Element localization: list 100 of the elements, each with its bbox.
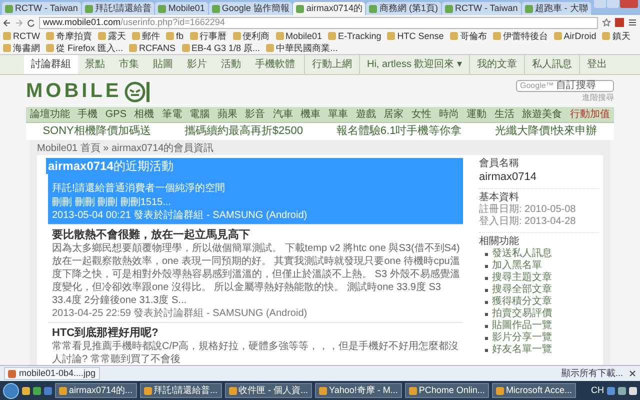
category-link[interactable]: 電腦: [190, 110, 210, 120]
page-icon: [296, 4, 304, 12]
member-action-link[interactable]: 加入黑名單: [492, 260, 542, 272]
bookmark-link[interactable]: RCTW: [3, 30, 40, 42]
category-link[interactable]: 運動: [466, 110, 487, 120]
bookmark-link[interactable]: 郵件: [132, 30, 160, 42]
category-link[interactable]: 筆電: [162, 110, 182, 120]
bookmark-link[interactable]: AirDroid: [554, 30, 596, 42]
browser-tab[interactable]: airmax0714的: [293, 2, 366, 15]
bookmark-link[interactable]: 行事曆: [190, 30, 227, 42]
show-all-downloads-link[interactable]: 顯示所有下載...: [561, 366, 623, 380]
category-link[interactable]: 相機: [134, 110, 154, 120]
site-nav-tab[interactable]: 討論群組: [24, 55, 78, 74]
member-action-link[interactable]: 貼圖作品一覽: [492, 320, 552, 332]
taskbar-item[interactable]: Yahoo!奇摩 - M...: [315, 383, 402, 398]
member-action-link[interactable]: 發送私人訊息: [492, 248, 552, 260]
category-link[interactable]: 手機: [78, 110, 98, 120]
category-link[interactable]: 機車: [300, 110, 320, 120]
download-item[interactable]: mobile01-0b4....jpg: [4, 367, 100, 380]
taskbar-item[interactable]: airmax0714的...: [55, 383, 137, 398]
category-link[interactable]: 旅遊美食: [522, 110, 562, 120]
member-name: airmax0714: [479, 170, 599, 189]
bookmark-link[interactable]: 哥倫布: [450, 30, 487, 42]
bookmark-link[interactable]: 奇摩拍賣: [46, 30, 92, 42]
category-link[interactable]: 單車: [328, 110, 348, 120]
post-excerpt: 因為太多鄉民想要顛覆物理學，所以做個簡單測試。 下載temp v2 將htc one 與S3(借不到S4) 放在一起觀察散熱效率，one 表現一同預期的好。 其實我測試時就發現只要one 待機時cpu溫度下降之快，可是相對外殼導熱容易感到溫溫的，但僅止於溫談不上熱。 S3 外殼不易感覺溫度變化，但冷卻效率跟one 沒得比。 所以金屬導熱好熱能散的快。 測試時one 33.9度 S3 33.4度 2分鐘後one 31.3度 S...: [52, 242, 461, 307]
category-link[interactable]: 影音: [245, 110, 266, 120]
site-nav-link[interactable]: 我的文章: [469, 55, 524, 74]
site-nav-link[interactable]: Hi, artless 歡迎回來 ▾: [358, 55, 469, 74]
category-link[interactable]: 論壇功能: [30, 110, 70, 120]
category-link[interactable]: 生活: [494, 110, 514, 120]
bookmark-link[interactable]: RCFANS: [129, 42, 176, 54]
bookmark-icon: [450, 32, 458, 40]
site-nav-tab[interactable]: 市集: [112, 55, 146, 74]
site-nav-tab[interactable]: 影片: [180, 55, 214, 74]
bookmark-link[interactable]: EB-4 G3 1/8 原...: [182, 42, 260, 54]
site-nav-tab[interactable]: 手機軟體: [248, 55, 302, 74]
site-logo-text[interactable]: MOBILE: [26, 81, 122, 101]
member-action-link[interactable]: 搜尋主題文章: [492, 272, 552, 284]
logo-emblem-icon: [124, 79, 152, 103]
browser-tab[interactable]: RCTW - Taiwan: [442, 2, 521, 15]
bookmark-link[interactable]: 中華民國商業...: [266, 42, 338, 54]
app-icon: [496, 386, 504, 394]
member-action-link[interactable]: 好友名單一覽: [492, 344, 552, 356]
bookmark-link[interactable]: 鎮天: [602, 30, 630, 42]
start-button[interactable]: [3, 382, 19, 398]
member-action-link[interactable]: 影片分享一覽: [492, 332, 552, 344]
member-action-link[interactable]: 搜尋全部文章: [492, 284, 552, 296]
bullet-icon: [485, 348, 488, 352]
category-link[interactable]: 行動加值: [570, 110, 610, 120]
browser-tab[interactable]: 商務網 (第1頁): [366, 2, 441, 15]
category-link[interactable]: 時尚: [438, 110, 459, 120]
close-icon[interactable]: [629, 370, 636, 377]
taskbar-item[interactable]: PChome Onlin...: [404, 383, 489, 398]
bookmark-link[interactable]: HTC Sense: [387, 30, 444, 42]
category-link[interactable]: GPS: [105, 110, 127, 120]
promo-link[interactable]: 光纖大降價!快來申辦: [495, 123, 598, 140]
bookmark-link[interactable]: 海書網: [3, 42, 40, 54]
browser-tab[interactable]: 拜託!請還給普: [82, 2, 154, 15]
promo-link[interactable]: 報名體驗6.1吋手機等你拿: [336, 123, 462, 140]
bookmark-link[interactable]: 從 Firefox 匯入...: [46, 42, 124, 54]
search-input[interactable]: 自訂搜尋: [556, 80, 604, 91]
star-icon[interactable]: [602, 18, 611, 27]
reload-icon[interactable]: [27, 18, 35, 26]
category-link[interactable]: 蘋果: [217, 110, 238, 120]
post-title-link[interactable]: 要比散熱不會很難，放在一起立馬見高下: [52, 228, 463, 242]
member-action-link[interactable]: 拍賣交易評價: [492, 308, 552, 320]
taskbar-item[interactable]: 拜託!請還給普...: [140, 383, 222, 398]
site-nav-tab[interactable]: 貼圖: [146, 55, 180, 74]
site-nav-tab[interactable]: 活動: [214, 55, 248, 74]
bookmark-link[interactable]: E-Tracking: [328, 30, 382, 42]
bookmark-link[interactable]: 伊蕾特後台: [492, 30, 548, 42]
category-link[interactable]: 遊戲: [356, 110, 376, 120]
category-link[interactable]: 女性: [411, 110, 432, 120]
site-nav-link[interactable]: 登出: [579, 55, 614, 74]
site-nav-tab[interactable]: 景點: [78, 55, 112, 74]
site-nav-link[interactable]: 私人訊息: [524, 55, 579, 74]
bookmark-link[interactable]: 露天: [98, 30, 126, 42]
menu-icon[interactable]: [628, 18, 637, 27]
bookmark-link[interactable]: Mobile01: [276, 30, 322, 42]
member-action-link[interactable]: 獲得積分文章: [492, 296, 552, 308]
input-language-indicator[interactable]: CH: [591, 384, 604, 398]
promo-link[interactable]: SONY相機降價加碼送: [42, 123, 151, 140]
browser-tab[interactable]: 超跑車 - 大聯: [522, 2, 591, 15]
bookmark-link[interactable]: 便利商: [232, 30, 270, 42]
site-nav-link[interactable]: 行動上網: [304, 55, 359, 74]
back-icon[interactable]: [3, 18, 11, 26]
browser-tab[interactable]: Google 協作簡報: [208, 2, 292, 15]
category-link[interactable]: 汽車: [272, 110, 293, 120]
forward-icon[interactable]: [15, 18, 23, 26]
address-field[interactable]: www.mobile01.com/userinfo.php?id=1662294: [39, 16, 598, 28]
browser-tab[interactable]: RCTW - Taiwan: [2, 2, 81, 15]
promo-link[interactable]: 攜碼續約最高再折$2500: [184, 123, 303, 140]
post-title-link[interactable]: HTC到底那裡好用呢?: [52, 326, 463, 340]
bookmark-link[interactable]: fb: [166, 30, 184, 42]
taskbar-item[interactable]: Microsoft Acce...: [492, 383, 576, 398]
page-icon: [84, 4, 93, 12]
category-link[interactable]: 居家: [384, 110, 404, 120]
taskbar-item[interactable]: 收件匣 - 個人資...: [224, 383, 312, 398]
browser-tab[interactable]: Mobile01: [155, 2, 208, 15]
